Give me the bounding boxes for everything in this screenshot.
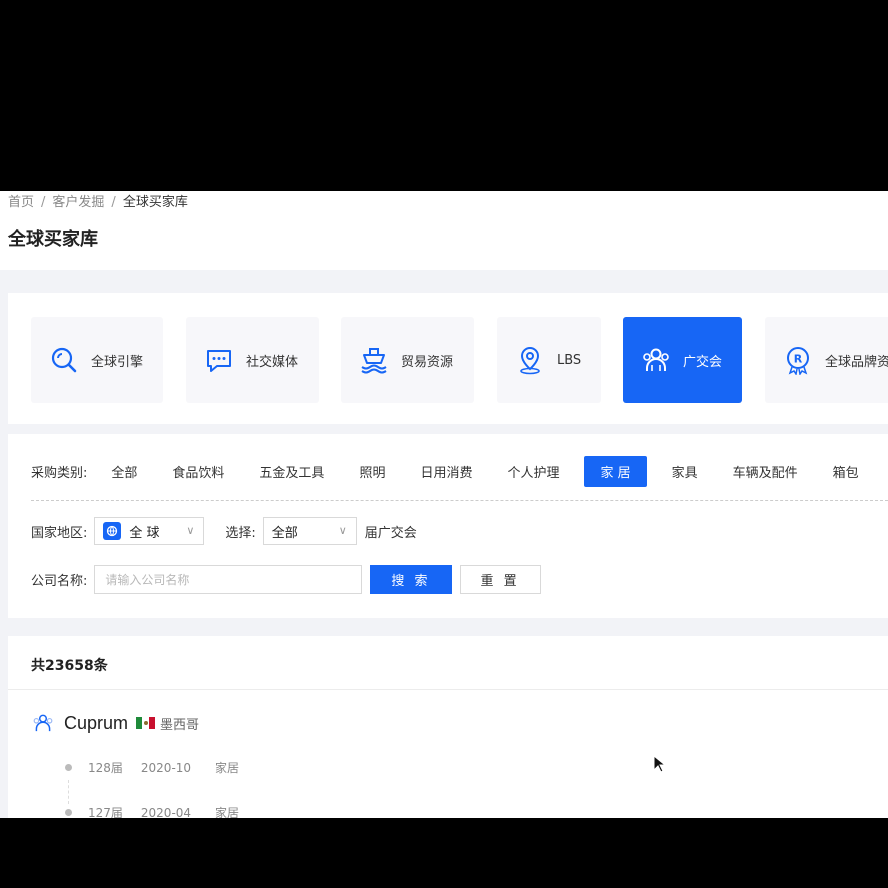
company-country: 墨西哥 <box>160 717 200 733</box>
chat-icon <box>207 350 231 372</box>
category-card-canton-fair[interactable]: 广交会 <box>623 317 742 403</box>
company-row: 公司名称: 搜 索 重 置 <box>31 565 541 594</box>
reset-button[interactable]: 重 置 <box>459 565 541 594</box>
company-name-input[interactable] <box>94 565 363 594</box>
timeline-line <box>68 780 69 804</box>
session-select-value: 全部 <box>271 525 298 541</box>
divider <box>8 689 888 690</box>
category-option-food[interactable]: 食品饮料 <box>162 457 234 486</box>
region-select-value: 全 球 <box>129 525 160 541</box>
fair-record-item: 127届 2020-04 家居 <box>65 804 239 818</box>
category-option-home[interactable]: 家 居 <box>584 456 647 487</box>
record-category: 家居 <box>215 806 240 818</box>
category-option-lighting[interactable]: 照明 <box>349 457 395 486</box>
company-name-label: 公司名称: <box>31 574 88 589</box>
globe-icon <box>103 522 122 540</box>
search-icon <box>51 347 77 373</box>
fair-record-item: 128届 2020-10 家居 <box>65 759 239 776</box>
divider <box>31 500 888 501</box>
brand-badge-icon: R <box>787 347 809 375</box>
category-option-bags[interactable]: 箱包 <box>823 457 869 486</box>
record-session: 127届 <box>88 806 123 818</box>
page-title: 全球买家库 <box>8 229 98 250</box>
record-session: 128届 <box>88 761 123 775</box>
select-label: 选择: <box>225 525 256 541</box>
region-select[interactable]: 全 球 ∨ <box>94 517 205 545</box>
result-company-header: Cuprum 墨西哥 <box>32 712 199 734</box>
filter-panel: 采购类别: 全部 食品饮料 五金及工具 照明 日用消费 个人护理 家 居 家具 … <box>8 434 888 618</box>
breadcrumb-customer-discovery[interactable]: 客户发掘 <box>52 195 104 210</box>
category-card-label: 全球品牌资 <box>825 354 888 370</box>
location-pin-icon <box>520 346 540 375</box>
category-card-label: 广交会 <box>683 354 723 370</box>
company-name-link[interactable]: Cuprum <box>64 713 128 734</box>
category-card-global-brand[interactable]: R 全球品牌资 <box>765 317 888 403</box>
results-total: 共23658条 <box>31 658 108 674</box>
purchase-category-row: 采购类别: 全部 食品饮料 五金及工具 照明 日用消费 个人护理 家 居 家具 … <box>31 456 884 487</box>
timeline-dot <box>65 809 72 816</box>
category-card-label: LBS <box>557 352 582 368</box>
chevron-down-icon: ∨ <box>186 524 195 537</box>
category-card-global-engine[interactable]: 全球引擎 <box>31 317 163 403</box>
results-panel: 共23658条 Cuprum 墨西哥 128届 2020-10 家居 127届 … <box>8 636 888 818</box>
mexico-flag-icon <box>136 717 156 729</box>
region-label: 国家地区: <box>31 525 88 541</box>
region-row: 国家地区: 全 球 ∨ 选择: 全部 ∨ 届广交会 <box>31 517 417 545</box>
breadcrumb-current: 全球买家库 <box>122 195 188 210</box>
category-card-trade-resources[interactable]: 贸易资源 <box>341 317 474 403</box>
search-button[interactable]: 搜 索 <box>370 565 452 594</box>
ship-icon <box>361 348 387 374</box>
category-option-hardware[interactable]: 五金及工具 <box>249 457 334 486</box>
svg-text:R: R <box>794 353 803 366</box>
category-card-social-media[interactable]: 社交媒体 <box>186 317 319 403</box>
category-card-label: 贸易资源 <box>401 354 454 370</box>
breadcrumb-home[interactable]: 首页 <box>8 195 34 210</box>
session-suffix: 届广交会 <box>364 525 417 541</box>
breadcrumb: 首页 / 客户发掘 / 全球买家库 <box>8 191 188 210</box>
mouse-cursor-icon <box>653 755 665 773</box>
category-card-label: 全球引擎 <box>91 354 144 370</box>
record-date: 2020-04 <box>140 805 192 819</box>
timeline-dot <box>65 764 72 771</box>
category-panel: 全球引擎 社交媒体 贸易资源 LBS 广交会 R 全球品牌资 <box>8 293 888 424</box>
record-category: 家居 <box>215 761 240 775</box>
session-select[interactable]: 全部 ∨ <box>262 517 357 545</box>
people-icon <box>33 714 53 732</box>
breadcrumb-separator: / <box>41 195 46 210</box>
record-date: 2020-10 <box>140 760 192 775</box>
category-option-furniture[interactable]: 家具 <box>662 457 708 486</box>
category-card-label: 社交媒体 <box>246 354 299 370</box>
category-option-daily-consumer[interactable]: 日用消费 <box>410 457 482 486</box>
people-icon <box>643 348 669 371</box>
app-screen: 首页 / 客户发掘 / 全球买家库 全球买家库 全球引擎 社交媒体 贸易资源 L… <box>0 191 888 818</box>
purchase-category-label: 采购类别: <box>31 466 88 481</box>
page-header: 首页 / 客户发掘 / 全球买家库 全球买家库 <box>0 191 888 270</box>
category-card-lbs[interactable]: LBS <box>497 317 601 403</box>
chevron-down-icon: ∨ <box>338 524 347 537</box>
category-option-all[interactable]: 全部 <box>101 457 147 486</box>
category-option-vehicles[interactable]: 车辆及配件 <box>723 457 808 486</box>
category-option-personal-care[interactable]: 个人护理 <box>497 457 569 486</box>
breadcrumb-separator: / <box>111 195 116 210</box>
